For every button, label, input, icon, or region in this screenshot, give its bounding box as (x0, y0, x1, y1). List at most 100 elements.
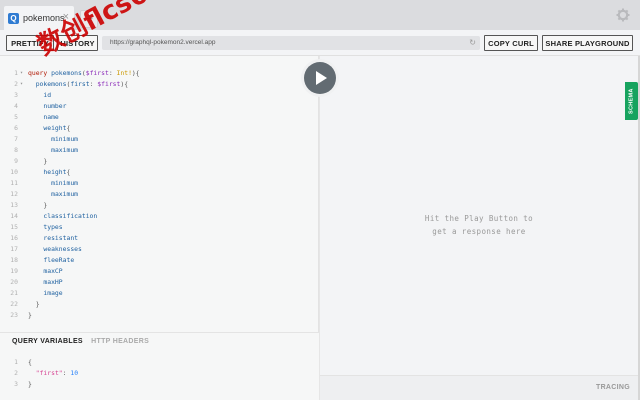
code-text: } (28, 379, 32, 390)
response-hint-line2: get a response here (432, 227, 526, 236)
code-text: image (28, 288, 63, 299)
code-text: maxHP (28, 277, 63, 288)
tracing-button[interactable]: TRACING (596, 384, 630, 391)
code-text: number (28, 101, 66, 112)
code-token: { (66, 124, 71, 132)
code-text: } (28, 200, 47, 211)
tab-query-variables[interactable]: QUERY VARIABLES (12, 338, 83, 345)
line-number: 14 (10, 212, 18, 220)
variables-tabs: QUERY VARIABLES HTTP HEADERS (12, 338, 149, 345)
code-text: minimum (28, 178, 78, 189)
code-text: height{ (28, 167, 70, 178)
line-number: 7 (14, 135, 18, 143)
line-number: 16 (10, 234, 18, 242)
fold-arrow-icon[interactable]: ▾ (20, 68, 23, 79)
line-number: 22 (10, 300, 18, 308)
line-number: 21 (10, 289, 18, 297)
response-hint-line1: Hit the Play Button to (424, 214, 534, 223)
code-token: classification (43, 212, 98, 220)
code-token: $first (97, 80, 121, 88)
code-token: query (28, 69, 52, 77)
code-token: { (66, 168, 71, 176)
share-playground-button[interactable]: SHARE PLAYGROUND (542, 35, 633, 51)
line-number: 17 (10, 245, 18, 253)
code-text: pokemons(first: $first){ (28, 79, 128, 90)
code-text: maxCP (28, 266, 63, 277)
reload-icon[interactable]: ↻ (469, 36, 476, 50)
code-token: maxCP (43, 267, 63, 275)
line-number: 19 (10, 267, 18, 275)
schema-tab[interactable]: SCHEMA (625, 82, 638, 120)
line-number: 8 (14, 146, 18, 154)
line-number: 2 (14, 369, 18, 377)
code-token: "first" (35, 369, 63, 377)
code-text: weaknesses (28, 244, 82, 255)
code-text: } (28, 310, 32, 321)
code-text: query pokemons($first: Int!){ (28, 68, 140, 79)
code-text: types (28, 222, 63, 233)
line-number: 11 (10, 179, 18, 187)
line-number: 4 (14, 102, 18, 110)
tab-http-headers[interactable]: HTTP HEADERS (91, 338, 149, 345)
code-token: : (108, 69, 117, 77)
code-text: } (28, 299, 40, 310)
line-number: 1 (14, 69, 18, 77)
code-token: image (43, 289, 63, 297)
code-token: name (43, 113, 59, 121)
endpoint-url-input[interactable]: https://graphql-pokemon2.vercel.app ↻ (102, 36, 480, 50)
code-token: } (28, 201, 48, 209)
code-token: weaknesses (43, 245, 82, 253)
gear-icon[interactable] (616, 8, 630, 22)
code-token: Int! (116, 69, 132, 77)
graphql-tab-icon: Q (8, 12, 19, 24)
code-text: id (28, 90, 51, 101)
code-token: pokemons (35, 80, 67, 88)
code-text: maximum (28, 189, 78, 200)
line-number: 2 (14, 80, 18, 88)
line-number: 1 (14, 358, 18, 366)
code-token: height (43, 168, 67, 176)
code-token: { (28, 358, 32, 366)
code-token: maximum (51, 146, 79, 154)
code-token: maximum (51, 190, 79, 198)
code-text: weight{ (28, 123, 70, 134)
line-number: 13 (10, 201, 18, 209)
code-token: } (28, 311, 32, 319)
code-token: types (43, 223, 63, 231)
code-text: name (28, 112, 59, 123)
line-number: 18 (10, 256, 18, 264)
line-number: 23 (10, 311, 18, 319)
endpoint-url-text: https://graphql-pokemon2.vercel.app (110, 39, 216, 46)
line-number: 3 (14, 91, 18, 99)
code-token: number (43, 102, 67, 110)
fold-arrow-icon[interactable]: ▾ (20, 79, 23, 90)
line-number: 5 (14, 113, 18, 121)
copy-curl-button[interactable]: COPY CURL (484, 35, 538, 51)
code-token: first (70, 80, 90, 88)
code-token: 10 (70, 369, 79, 377)
code-token: weight (43, 124, 67, 132)
code-token: resistant (43, 234, 79, 242)
play-icon[interactable] (304, 62, 336, 94)
code-token: } (28, 300, 40, 308)
code-token: maxHP (43, 278, 63, 286)
code-token: id (43, 91, 52, 99)
query-editor[interactable]: 1 ▾ query pokemons($first: Int!){ 2 ▾ pokemo… (0, 56, 319, 332)
